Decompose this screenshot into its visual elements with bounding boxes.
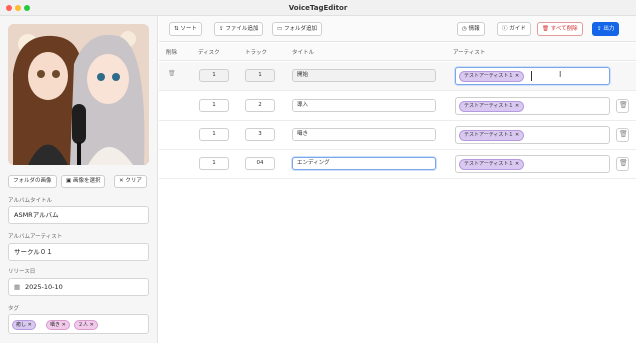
artist-chip-label: テストアーティスト１: [464, 73, 514, 79]
artist-input[interactable]: テストアーティスト１ ✕: [455, 155, 610, 173]
album-title-label: アルバムタイトル: [8, 198, 52, 204]
remove-artist-icon[interactable]: ✕: [515, 161, 519, 167]
tag-label: 囁き: [50, 322, 61, 328]
add-folder-button[interactable]: ▭ フォルダ追加: [272, 22, 322, 36]
artist-chip: テストアーティスト１ ✕: [459, 71, 525, 82]
text-cursor: [531, 71, 532, 81]
table-row: 1 2 導入 テストアーティスト１ ✕ 🗑: [159, 92, 636, 121]
trash-icon[interactable]: 🗑: [168, 70, 178, 82]
tag-chip: ２人 ✕: [74, 320, 98, 330]
track-input[interactable]: 3: [245, 128, 275, 141]
artist-input[interactable]: テストアーティスト１ ✕: [455, 97, 610, 115]
header-track: トラック: [245, 50, 268, 56]
clear-label: クリア: [125, 178, 142, 184]
info-label: 情報: [468, 26, 480, 32]
artist-input[interactable]: テストアーティスト１ ✕: [455, 126, 610, 144]
table-row: 1 04 エンディング テストアーティスト１ ✕ 🗑: [159, 150, 636, 179]
remove-tag-icon[interactable]: ✕: [90, 322, 94, 328]
tag-chip: 囁き ✕: [46, 320, 70, 330]
clear-image-button[interactable]: ✕ クリア: [114, 175, 147, 188]
image-icon: ▣: [66, 178, 73, 184]
artist-chip: テストアーティスト１ ✕: [459, 159, 525, 170]
release-date-input[interactable]: ▦ 2025-10-10: [8, 278, 149, 296]
trash-icon: 🗑: [542, 26, 551, 32]
toolbar: ⇅ ソート ⇪ ファイル追加 ▭ フォルダ追加 ◷ 情報 ⓘ ガイド 🗑 すべて…: [159, 16, 636, 42]
delete-row-button[interactable]: 🗑: [616, 128, 629, 142]
delete-row-button[interactable]: 🗑: [616, 157, 629, 171]
album-cover-image: [8, 24, 149, 165]
guide-label: ガイド: [509, 26, 526, 32]
remove-artist-icon[interactable]: ✕: [515, 103, 519, 109]
export-label: 出力: [603, 26, 615, 32]
disc-input[interactable]: 1: [199, 157, 229, 170]
remove-tag-icon[interactable]: ✕: [62, 322, 66, 328]
remove-artist-icon[interactable]: ✕: [515, 73, 519, 79]
track-input[interactable]: 2: [245, 99, 275, 112]
sort-button[interactable]: ⇅ ソート: [169, 22, 202, 36]
export-button[interactable]: ⇪ 出力: [592, 22, 620, 36]
folder-icon: ▭: [277, 26, 284, 32]
trash-icon: 🗑: [619, 101, 628, 109]
title-input[interactable]: 導入: [292, 99, 436, 112]
artist-chip: テストアーティスト１ ✕: [459, 130, 525, 141]
trash-icon: 🗑: [619, 130, 628, 138]
remove-artist-icon[interactable]: ✕: [515, 132, 519, 138]
trash-icon: 🗑: [619, 159, 628, 167]
remove-tag-icon[interactable]: ✕: [28, 322, 32, 328]
track-input[interactable]: 1: [245, 69, 275, 82]
title-input[interactable]: 囁き: [292, 128, 436, 141]
album-title-input[interactable]: ASMRアルバム: [8, 206, 149, 224]
add-file-button[interactable]: ⇪ ファイル追加: [214, 22, 264, 36]
table-header: 削除 ディスク トラック タイトル アーティスト: [159, 43, 636, 61]
select-image-button[interactable]: ▣ 画像を選択: [61, 175, 106, 188]
delete-row-button[interactable]: 🗑: [616, 99, 629, 113]
calendar-icon: ▦: [14, 283, 21, 291]
disc-input[interactable]: 1: [199, 99, 229, 112]
delete-all-label: すべて削除: [550, 26, 578, 32]
artist-chip: テストアーティスト１ ✕: [459, 101, 525, 112]
header-disc: ディスク: [198, 50, 220, 56]
folder-image-button[interactable]: フォルダの画像: [8, 175, 57, 188]
title-bar: VoiceTagEditor: [0, 0, 636, 16]
title-input[interactable]: エンディング: [292, 157, 436, 170]
artist-chip-label: テストアーティスト１: [464, 161, 514, 167]
tag-label: ２人: [78, 322, 89, 328]
window-title: VoiceTagEditor: [288, 4, 348, 12]
disc-input[interactable]: 1: [199, 128, 229, 141]
title-input[interactable]: 開始: [292, 69, 436, 82]
ibeam-cursor-icon: I: [559, 70, 562, 79]
track-input[interactable]: 04: [245, 157, 275, 170]
album-artist-input[interactable]: サークル０１: [8, 243, 149, 261]
artist-input[interactable]: テストアーティスト１ ✕ I: [455, 67, 610, 85]
folder-image-label: フォルダの画像: [13, 178, 52, 184]
header-title: タイトル: [292, 50, 315, 56]
add-folder-label: フォルダ追加: [283, 26, 317, 32]
tag-chip: 癒し ✕: [12, 320, 36, 330]
app-window: VoiceTagEditor フォルダの画像 ▣ 画像を選択 ✕ クリア アルバ…: [0, 0, 636, 343]
tag-label: 癒し: [16, 322, 27, 328]
header-delete: 削除: [166, 50, 178, 56]
tags-input[interactable]: 癒し ✕ 囁き ✕ ２人 ✕: [8, 314, 149, 334]
header-artist: アーティスト: [453, 50, 486, 56]
artist-chip-label: テストアーティスト１: [464, 103, 514, 109]
disc-input[interactable]: 1: [199, 69, 229, 82]
select-image-label: 画像を選択: [72, 178, 101, 184]
release-date-value: 2025-10-10: [25, 283, 63, 291]
sort-label: ソート: [180, 26, 197, 32]
tags-label: タグ: [8, 306, 20, 312]
add-file-label: ファイル追加: [225, 26, 259, 32]
album-artist-label: アルバムアーティスト: [8, 234, 63, 240]
artist-chip-label: テストアーティスト１: [464, 132, 514, 138]
sidebar: フォルダの画像 ▣ 画像を選択 ✕ クリア アルバムタイトル ASMRアルバム …: [0, 16, 158, 343]
delete-all-button[interactable]: 🗑 すべて削除: [537, 22, 583, 36]
release-date-label: リリース日: [8, 269, 36, 275]
guide-button[interactable]: ⓘ ガイド: [497, 22, 531, 36]
table-row: 1 3 囁き テストアーティスト１ ✕ 🗑: [159, 121, 636, 150]
info-button[interactable]: ◷ 情報: [457, 22, 485, 36]
table-row: 🗑 1 1 開始 テストアーティスト１ ✕ I: [159, 62, 636, 91]
